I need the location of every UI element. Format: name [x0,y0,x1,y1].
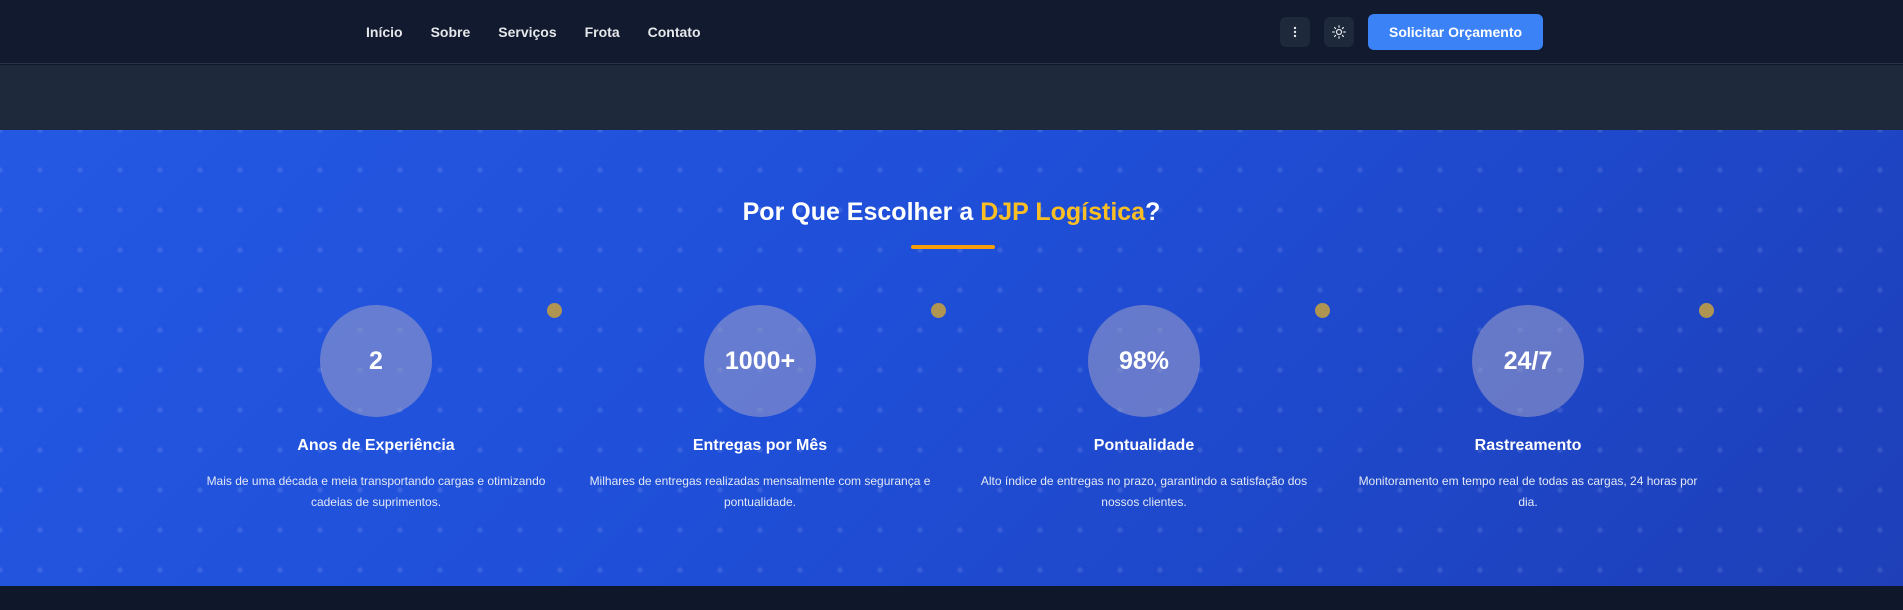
nav-link-servicos[interactable]: Serviços [498,24,556,40]
decorative-dot [547,303,562,318]
stat-value-circle: 98% [1088,305,1200,417]
theme-toggle-button[interactable] [1324,17,1354,47]
stat-card-experience: 2 Anos de Experiência Mais de uma década… [184,303,568,513]
stat-label: Entregas por Mês [692,437,828,454]
stat-description: Mais de uma década e meia transportando … [206,474,546,509]
next-section-edge [0,586,1903,610]
why-choose-section: Por Que Escolher a DJP Logística? 2 Anos… [0,130,1903,586]
nav-link-inicio[interactable]: Início [366,24,403,40]
stat-description: Alto índice de entregas no prazo, garant… [980,474,1308,509]
nav-link-frota[interactable]: Frota [585,24,620,40]
main-nav: Início Sobre Serviços Frota Contato [366,0,701,64]
hero-bottom-band [0,65,1903,130]
stat-card-tracking: 24/7 Rastreamento Monitoramento em tempo… [1336,303,1720,513]
stat-label: Anos de Experiência [297,437,455,454]
sun-icon [1332,25,1346,39]
nav-link-contato[interactable]: Contato [648,24,701,40]
decorative-dot [1699,303,1714,318]
stat-card-deliveries: 1000+ Entregas por Mês Milhares de entre… [568,303,952,513]
stat-value-circle: 1000+ [704,305,816,417]
stat-label: Pontualidade [1093,437,1195,454]
nav-actions: Solicitar Orçamento [1280,14,1544,50]
title-prefix: Por Que Escolher a [742,198,981,226]
title-suffix: ? [1145,198,1161,226]
stat-label: Rastreamento [1474,437,1582,454]
stat-description: Monitoramento em tempo real de todas as … [1358,474,1698,509]
top-navbar: Início Sobre Serviços Frota Contato Soli… [0,0,1903,64]
decorative-dot [931,303,946,318]
decorative-dot [1315,303,1330,318]
brand-name: DJP Logística [980,198,1146,226]
more-options-button[interactable] [1280,17,1310,47]
more-vertical-icon [1293,26,1297,38]
stat-card-punctuality: 98% Pontualidade Alto índice de entregas… [952,303,1336,513]
stat-description: Milhares de entregas realizadas mensalme… [589,474,931,509]
nav-link-sobre[interactable]: Sobre [431,24,471,40]
stat-value-circle: 2 [320,305,432,417]
title-underline [911,245,995,249]
stat-value-circle: 24/7 [1472,305,1584,417]
request-quote-button[interactable]: Solicitar Orçamento [1368,14,1544,50]
section-title: Por Que Escolher a DJP Logística? [0,198,1903,227]
